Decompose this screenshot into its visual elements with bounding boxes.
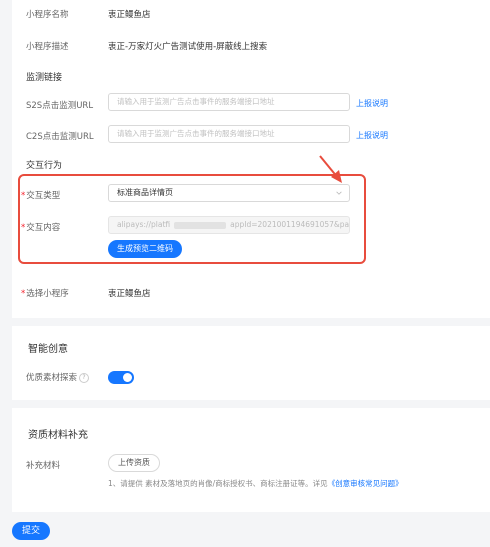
note-text: 1、请提供 素材及落地页的肖像/商标授权书、商标注册证等。详见 xyxy=(108,479,328,488)
mini-program-name-label: 小程序名称 xyxy=(26,10,69,20)
required-mark: * xyxy=(21,289,26,299)
mini-program-desc-label: 小程序描述 xyxy=(26,42,69,52)
quality-explore-label: 优质素材探索? xyxy=(26,371,90,383)
monitor-section-title: 监测链接 xyxy=(26,73,63,83)
quality-explore-label-text: 优质素材探索 xyxy=(26,373,78,383)
submit-button[interactable]: 提交 xyxy=(12,522,50,540)
interaction-section-title: 交互行为 xyxy=(26,161,63,171)
mini-program-desc-value: 衷正-万家灯火广告测试使用-屏蔽线上搜索 xyxy=(108,42,268,52)
c2s-url-input[interactable]: 请输入用于监测广告点击事件的服务端接口地址 xyxy=(108,125,350,143)
supplement-label: 补充材料 xyxy=(26,461,61,471)
c2s-report-link[interactable]: 上报说明 xyxy=(356,130,388,141)
help-icon[interactable]: ? xyxy=(79,372,90,383)
toggle-knob xyxy=(123,373,132,382)
s2s-url-label: S2S点击监测URL xyxy=(26,101,94,111)
select-program-label: *选择小程序 xyxy=(21,287,69,299)
c2s-url-label: C2S点击监测URL xyxy=(26,132,94,142)
select-program-label-text: 选择小程序 xyxy=(26,289,69,299)
select-program-value: 衷正鳗鱼店 xyxy=(108,289,151,299)
qualification-note: 1、请提供 素材及落地页的肖像/商标授权书、商标注册证等。详见《创意审核常见问题… xyxy=(108,478,403,489)
upload-qualification-button[interactable]: 上传资质 xyxy=(108,454,160,472)
qualification-panel: 资质材料补充 补充材料 上传资质 xyxy=(12,408,490,512)
quality-explore-toggle[interactable] xyxy=(108,371,134,384)
audit-faq-link[interactable]: 《创意审核常见问题》 xyxy=(328,479,403,488)
qualification-section-title: 资质材料补充 xyxy=(28,430,88,441)
annotation-arrow-icon xyxy=(319,155,342,183)
basic-info-panel: 小程序名称 衷正鳗鱼店 小程序描述 衷正-万家灯火广告测试使用-屏蔽线上搜索 监… xyxy=(12,0,490,318)
smart-section-title: 智能创意 xyxy=(28,344,68,355)
mini-program-name-value: 衷正鳗鱼店 xyxy=(108,10,151,20)
smart-creative-panel: 智能创意 优质素材探索? xyxy=(12,326,490,400)
s2s-url-input[interactable]: 请输入用于监测广告点击事件的服务端接口地址 xyxy=(108,93,350,111)
s2s-report-link[interactable]: 上报说明 xyxy=(356,98,388,109)
